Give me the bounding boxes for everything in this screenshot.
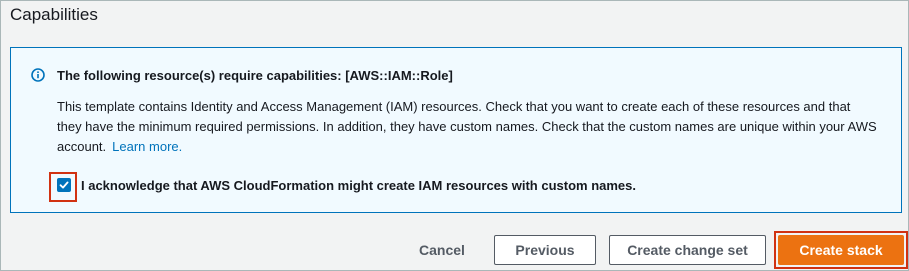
info-body: This template contains Identity and Acce… bbox=[57, 97, 877, 157]
create-stack-button[interactable]: Create stack bbox=[778, 235, 904, 265]
capabilities-panel: Capabilities The following resource(s) r… bbox=[0, 0, 909, 271]
info-circle-icon bbox=[31, 68, 45, 82]
previous-button[interactable]: Previous bbox=[494, 235, 596, 265]
learn-more-link[interactable]: Learn more. bbox=[112, 139, 182, 154]
info-heading: The following resource(s) require capabi… bbox=[57, 68, 453, 83]
create-change-set-button[interactable]: Create change set bbox=[609, 235, 766, 265]
acknowledge-label[interactable]: I acknowledge that AWS CloudFormation mi… bbox=[81, 178, 636, 193]
section-title: Capabilities bbox=[10, 5, 98, 24]
checkmark-icon bbox=[59, 181, 69, 189]
cancel-button[interactable]: Cancel bbox=[409, 235, 475, 265]
acknowledge-checkbox[interactable] bbox=[57, 178, 71, 192]
info-alert: The following resource(s) require capabi… bbox=[10, 47, 902, 213]
